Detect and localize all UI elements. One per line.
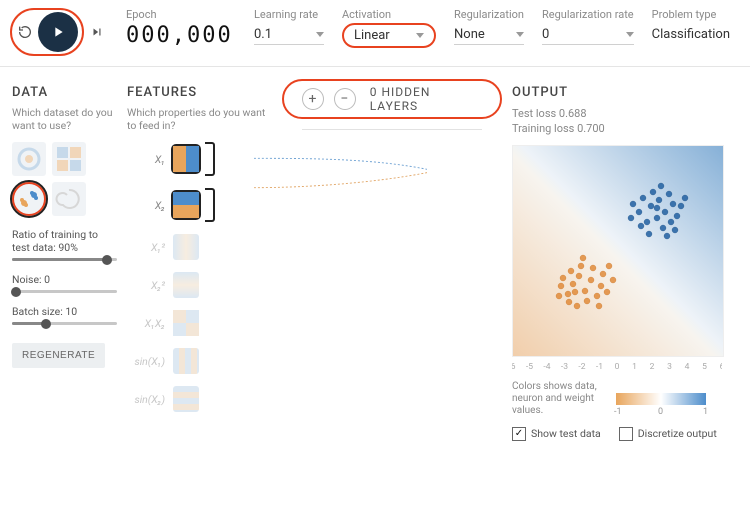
svg-text:1: 1 (632, 362, 637, 371)
feature-x2sq[interactable]: X₂² (127, 272, 272, 298)
hidden-layers-control: + − 0 HIDDEN LAYERS (282, 79, 502, 119)
svg-text:-2: -2 (578, 362, 585, 371)
chevron-down-icon (316, 32, 324, 37)
add-layer-button[interactable]: + (302, 88, 324, 110)
features-heading: FEATURES (127, 85, 272, 100)
dataset-picker (12, 142, 117, 216)
chevron-down-icon (516, 32, 524, 37)
dataset-xor[interactable] (52, 142, 86, 176)
feature-x1sq[interactable]: X₁² (127, 234, 272, 260)
feature-x2[interactable]: X₂ (127, 188, 272, 222)
learning-rate-select[interactable]: Learning rate 0.1 (254, 8, 324, 45)
svg-text:6: 6 (720, 362, 722, 371)
feature-sinx1[interactable]: sin(X₁) (127, 348, 272, 374)
regularization-rate-select[interactable]: Regularization rate 0 (542, 8, 634, 45)
regenerate-button[interactable]: REGENERATE (12, 343, 105, 368)
remove-layer-button[interactable]: − (334, 88, 356, 110)
color-legend: -1 0 1 (616, 393, 706, 405)
discretize-output-checkbox[interactable]: Discretize output (619, 427, 717, 441)
dataset-spiral[interactable] (52, 182, 86, 216)
data-hint: Which dataset do you want to use? (12, 106, 117, 132)
batch-slider[interactable]: Batch size: 10 (12, 305, 117, 325)
step-button[interactable] (86, 21, 108, 43)
epoch-value: 000,000 (126, 23, 236, 48)
svg-text:-1: -1 (596, 362, 603, 371)
show-test-data-checkbox[interactable]: Show test data (512, 427, 601, 441)
feature-sinx2[interactable]: sin(X₂) (127, 386, 272, 412)
svg-text:0: 0 (615, 362, 620, 371)
features-hint: Which properties do you want to feed in? (127, 106, 272, 132)
feature-x1x2[interactable]: X₁X₂ (127, 310, 272, 336)
svg-text:3: 3 (667, 362, 672, 371)
svg-text:-6: -6 (512, 362, 516, 371)
chevron-down-icon (416, 33, 424, 38)
noise-slider[interactable]: Noise: 0 (12, 273, 117, 293)
svg-text:4: 4 (685, 362, 690, 371)
play-button[interactable] (38, 12, 78, 52)
svg-text:-3: -3 (561, 362, 568, 371)
ratio-slider[interactable]: Ratio of training to test data: 90% (12, 228, 117, 261)
train-loss: Training loss 0.700 (512, 121, 742, 136)
connection-lines (254, 143, 427, 223)
x-axis-ticks: -6 -5 -4 -3 -2 -1 0 1 2 3 4 5 6 (512, 359, 722, 371)
svg-text:5: 5 (702, 362, 707, 371)
output-heading: OUTPUT (512, 85, 742, 100)
regularization-select[interactable]: Regularization None (454, 8, 524, 45)
output-plot (512, 145, 724, 357)
test-loss: Test loss 0.688 (512, 106, 742, 121)
svg-text:2: 2 (650, 362, 655, 371)
epoch-label: Epoch (126, 8, 236, 21)
chevron-down-icon (626, 32, 634, 37)
checkbox-icon (512, 427, 526, 441)
feature-x1[interactable]: X₁ (127, 142, 272, 176)
dataset-circle[interactable] (12, 142, 46, 176)
dataset-gauss[interactable] (12, 182, 46, 216)
run-controls (10, 8, 108, 56)
legend-text: Colors shows data, neuron and weight val… (512, 381, 602, 417)
svg-text:-5: -5 (526, 362, 533, 371)
data-heading: DATA (12, 85, 117, 100)
checkbox-icon (619, 427, 633, 441)
reset-button[interactable] (14, 21, 36, 43)
activation-select[interactable]: Activation Linear (342, 8, 436, 48)
problem-type-select[interactable]: Problem type Classification (652, 8, 730, 44)
svg-text:-4: -4 (543, 362, 550, 371)
